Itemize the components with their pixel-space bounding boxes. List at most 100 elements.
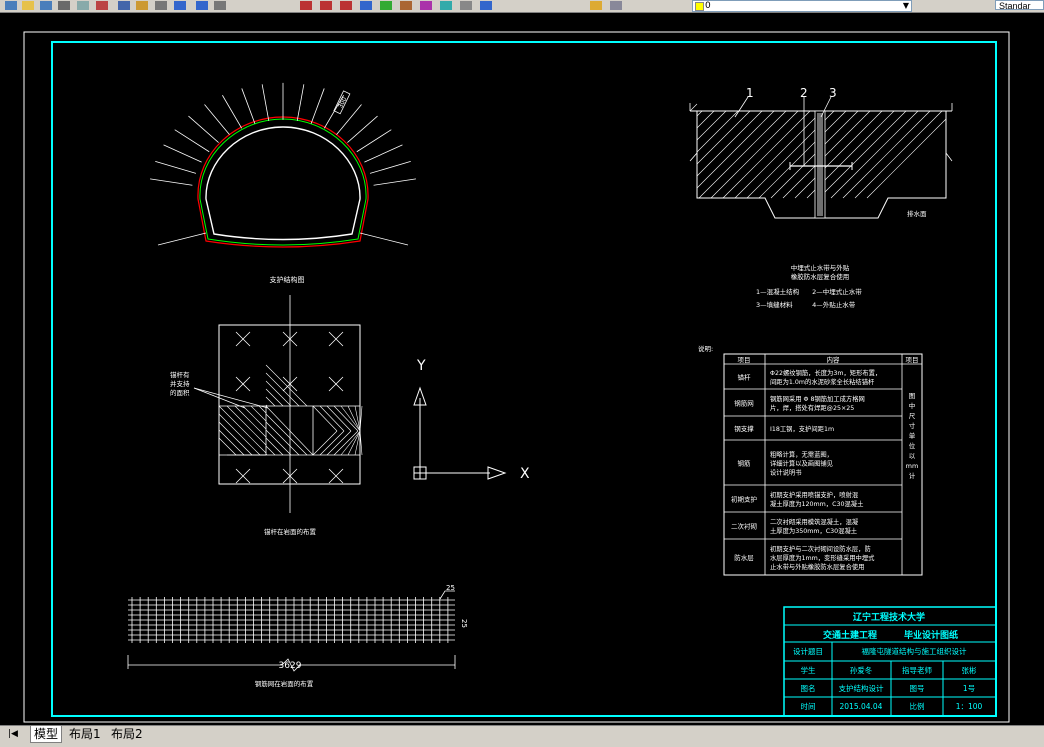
hatch-line: [265, 437, 284, 456]
lining-outer: [197, 116, 369, 248]
layer-manager-icon[interactable]: [590, 1, 602, 10]
svg-text:并支持: 并支持: [170, 379, 190, 388]
hatch-line: [265, 396, 276, 407]
hatch-line: [794, 110, 883, 199]
zoom-realtime-icon[interactable]: [300, 1, 312, 10]
bolt-line: [157, 232, 207, 246]
hatch-line: [234, 405, 267, 438]
hatch-line: [319, 430, 345, 456]
notes-content: 间距为1.0m的水泥砂浆全长粘结锚杆: [770, 377, 875, 386]
match-prop-icon[interactable]: [155, 1, 167, 10]
svg-text:毕业设计图纸: 毕业设计图纸: [904, 629, 958, 641]
bolt-line: [369, 161, 411, 174]
copy-icon[interactable]: [118, 1, 130, 10]
notes-content: 二次衬砌采用模筑混凝土，混凝: [770, 517, 859, 526]
bolt-line: [347, 115, 378, 143]
hatch-line: [265, 421, 300, 456]
hatch-line: [734, 110, 823, 199]
zoom-prev-icon[interactable]: [340, 1, 352, 10]
layer-value: 0: [705, 1, 711, 11]
hatch-line: [696, 110, 751, 165]
save-icon[interactable]: [40, 1, 52, 10]
tool-palette-icon[interactable]: [400, 1, 412, 10]
hatch-line: [265, 405, 314, 456]
notes-content: 止水带与外贴橡胶防水层复合使用: [770, 562, 864, 571]
notes-side-char: 单: [909, 431, 916, 440]
tab-layout1[interactable]: 布局1: [66, 726, 104, 742]
new-icon[interactable]: [5, 1, 17, 10]
bolt-dim-label: 300: [333, 90, 351, 115]
tab-layout2[interactable]: 布局2: [108, 726, 146, 742]
sheet-set-icon[interactable]: [420, 1, 432, 10]
cut-icon[interactable]: [96, 1, 108, 10]
title-block-value: 孙爱冬: [850, 665, 873, 675]
pan-icon[interactable]: [214, 1, 226, 10]
paste-icon[interactable]: [136, 1, 148, 10]
hatch-line: [226, 405, 267, 446]
toolbar: 0 ▼ Standar: [0, 0, 1044, 13]
notes-item: 初期支护: [731, 495, 757, 504]
hatch-line: [696, 110, 763, 177]
layer-state-icon[interactable]: [610, 1, 622, 10]
notes-item: 钢支撑: [734, 424, 754, 433]
notes-side-char: mm: [906, 462, 919, 470]
hatch-line: [312, 405, 338, 432]
hatch-line: [265, 445, 276, 456]
hatch-line: [710, 110, 799, 199]
steel-mesh: 3629 25 25 钢筋网在岩面的布置: [127, 584, 468, 688]
svg-text:1—混凝土结构 2—中埋式止水带: 1—混凝土结构 2—中埋式止水带: [756, 287, 862, 296]
redo-icon[interactable]: [196, 1, 208, 10]
tab-nav-first-icon[interactable]: |◀: [8, 728, 22, 740]
title-block-value: 张彬: [962, 665, 977, 675]
notes-content: 初期支护与二次衬砌间设防水层，防: [770, 544, 871, 553]
zoom-window-icon[interactable]: [320, 1, 332, 10]
print-icon[interactable]: [58, 1, 70, 10]
svg-text:中埋式止水带与外贴: 中埋式止水带与外贴: [791, 263, 850, 272]
bolt-line: [356, 129, 392, 153]
preview-icon[interactable]: [77, 1, 89, 10]
bolt-line: [163, 144, 202, 163]
title-block-label: 图号: [910, 684, 925, 693]
waterstop-detail: 1 2 3 排水面 中埋式止水带与外贴 橡胶防水层复合使用 1—混凝土结构 2—…: [689, 86, 953, 309]
tunnel-caption: 支护结构图: [270, 275, 305, 284]
bolt-line: [296, 84, 305, 121]
properties-icon[interactable]: [360, 1, 372, 10]
svg-text:的面积: 的面积: [170, 388, 190, 397]
drawing-canvas[interactable]: 300 支护结构图 锚杆有 并支持 的面积 锚杆在岩面的布置 Y X 1 2 3…: [0, 13, 1044, 725]
layer-dropdown[interactable]: 0 ▼: [692, 0, 912, 12]
hatch-line: [818, 110, 907, 199]
notes-table: 说明: 项目 内容 项目 锚杆 Φ22螺纹钢筋，长度为3m，矩形布置，间距为1.0…: [698, 344, 923, 576]
svg-text:300: 300: [337, 96, 348, 110]
svg-text:交通土建工程: 交通土建工程: [823, 629, 877, 641]
svg-text:3: 3: [829, 86, 837, 100]
notes-content: 设计说明书: [770, 468, 801, 477]
tunnel-section: 300 支护结构图: [149, 82, 417, 284]
title-block-label: 时间: [801, 701, 816, 711]
hatch-line: [218, 429, 245, 456]
hatch-line: [265, 388, 284, 407]
help-icon[interactable]: [480, 1, 492, 10]
svg-text:X: X: [520, 466, 530, 482]
undo-icon[interactable]: [174, 1, 186, 10]
svg-text:3—填缝材料 4—外贴止水带: 3—填缝材料 4—外贴止水带: [756, 300, 856, 309]
markup-icon[interactable]: [440, 1, 452, 10]
calc-icon[interactable]: [460, 1, 472, 10]
bolt-line: [241, 88, 256, 124]
bolt-plan: 锚杆有 并支持 的面积 锚杆在岩面的布置: [170, 295, 363, 536]
title-block-label: 学生: [801, 665, 816, 675]
open-icon[interactable]: [22, 1, 34, 10]
notes-content: 粗略计算，无需蓝图，: [770, 450, 833, 459]
bolt-line: [373, 178, 417, 186]
hatch-line: [770, 110, 859, 199]
chevron-down-icon: ▼: [902, 1, 909, 10]
hatch-line: [265, 380, 292, 407]
hatch-line: [333, 430, 359, 456]
text-style-dropdown[interactable]: Standar: [995, 0, 1044, 11]
hatch-line: [319, 405, 345, 432]
hatch-line: [854, 110, 943, 199]
tab-model[interactable]: 模型: [30, 726, 63, 743]
bolt-line: [359, 232, 409, 246]
design-center-icon[interactable]: [380, 1, 392, 10]
hatch-line: [758, 110, 847, 199]
svg-text:2: 2: [800, 86, 808, 100]
